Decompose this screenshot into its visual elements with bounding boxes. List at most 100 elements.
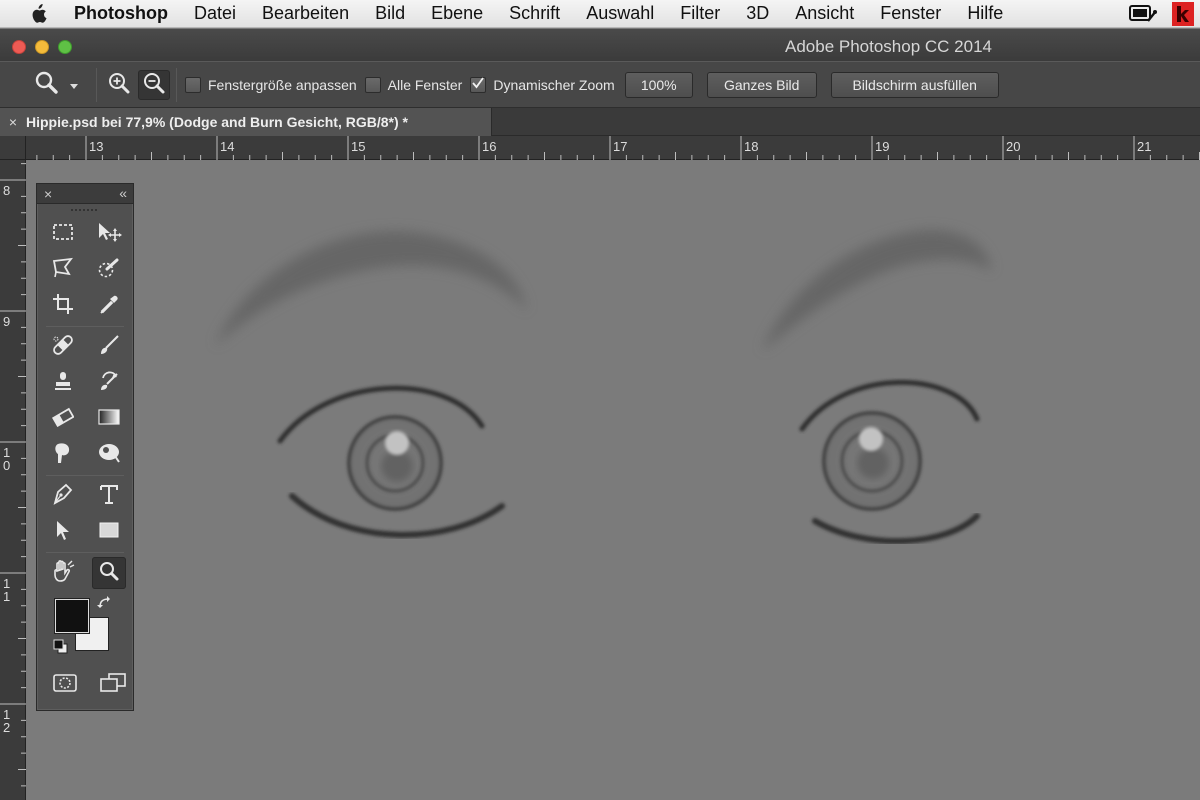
ruler-label: 1 0 <box>3 445 11 473</box>
path-selection-tool[interactable] <box>46 516 80 548</box>
zoom-100-button[interactable]: 100% <box>624 71 693 98</box>
screen-mode-icon <box>100 672 126 698</box>
window-title-bar: Adobe Photoshop CC 2014 <box>0 29 1200 61</box>
spot-healing-brush-tool[interactable] <box>46 331 80 363</box>
menu-ebene[interactable]: Ebene <box>431 3 483 24</box>
scrubby-zoom-checkbox[interactable] <box>470 76 487 93</box>
history-brush-icon <box>98 370 120 397</box>
crop-tool[interactable] <box>46 290 80 322</box>
quick-mask-button[interactable] <box>48 669 82 701</box>
hand-icon <box>51 559 75 588</box>
menu-hilfe[interactable]: Hilfe <box>967 3 1003 24</box>
ruler-label: 19 <box>875 139 890 154</box>
tools-panel-header[interactable]: × « <box>37 184 133 204</box>
menu-bearbeiten[interactable]: Bearbeiten <box>262 3 349 24</box>
menu-app-photoshop[interactable]: Photoshop <box>74 3 168 24</box>
window-close-button[interactable] <box>12 40 26 54</box>
fill-screen-button[interactable]: Bildschirm ausfüllen <box>830 71 999 98</box>
resize-windows-label: Fenstergröße anpassen <box>208 76 357 93</box>
ruler-label: 14 <box>220 139 235 154</box>
zoom-tool[interactable] <box>92 557 126 589</box>
panel-close-icon[interactable]: × <box>44 186 52 202</box>
tool-preset-picker[interactable] <box>22 70 90 100</box>
eyedropper-tool[interactable] <box>92 290 126 322</box>
menu-datei[interactable]: Datei <box>194 3 236 24</box>
dodge-tool[interactable] <box>92 439 126 471</box>
document-tab-label: Hippie.psd bei 77,9% (Dodge and Burn Ges… <box>26 114 408 130</box>
finger-smudge-icon <box>52 441 74 470</box>
default-colors-icon[interactable] <box>53 639 69 660</box>
color-swatches <box>37 595 133 659</box>
ruler-origin[interactable] <box>0 136 26 160</box>
document-canvas[interactable] <box>27 161 1200 800</box>
pen-tool[interactable] <box>46 480 80 512</box>
window-title: Adobe Photoshop CC 2014 <box>785 37 992 56</box>
zoom-in-icon <box>107 71 131 98</box>
crop-icon <box>52 293 74 320</box>
quick-selection-tool[interactable] <box>92 254 126 286</box>
foreground-color-swatch[interactable] <box>55 599 89 633</box>
all-windows-checkbox[interactable] <box>364 76 381 93</box>
quick-selection-icon <box>97 257 121 284</box>
history-brush-tool[interactable] <box>92 367 126 399</box>
swap-colors-icon[interactable] <box>97 595 113 616</box>
blur-tool[interactable] <box>46 439 80 471</box>
pen-icon <box>52 482 74 511</box>
move-tool[interactable] <box>92 218 126 250</box>
zoom-in-button[interactable] <box>103 70 135 100</box>
menu-auswahl[interactable]: Auswahl <box>586 3 654 24</box>
rectangular-marquee-tool[interactable] <box>46 218 80 250</box>
zoom-out-button[interactable] <box>138 69 170 100</box>
clone-stamp-tool[interactable] <box>46 367 80 399</box>
panel-grip-icon[interactable] <box>37 204 133 216</box>
adobe-creative-cloud-icon[interactable] <box>1172 2 1194 31</box>
hand-tool[interactable] <box>46 557 80 589</box>
menu-filter[interactable]: Filter <box>680 3 720 24</box>
mode-buttons <box>37 669 133 701</box>
magnifier-icon <box>34 70 60 99</box>
eraser-icon <box>51 407 75 432</box>
type-tool[interactable] <box>92 480 126 512</box>
vertical-ruler[interactable]: 8 9 1 0 1 1 1 2 <box>0 160 26 800</box>
horizontal-ruler[interactable]: 13 14 15 16 17 18 19 20 21 <box>26 136 1200 160</box>
polygonal-lasso-icon <box>51 257 75 284</box>
menu-ansicht[interactable]: Ansicht <box>795 3 854 24</box>
window-minimize-button[interactable] <box>35 40 49 54</box>
ruler-label: 9 <box>3 314 11 329</box>
eraser-tool[interactable] <box>46 403 80 435</box>
rectangle-icon <box>98 521 120 544</box>
type-icon <box>98 483 120 510</box>
resize-windows-checkbox[interactable] <box>185 76 201 93</box>
document-tab[interactable]: × Hippie.psd bei 77,9% (Dodge and Burn G… <box>0 108 492 136</box>
fit-screen-button[interactable]: Ganzes Bild <box>706 71 817 98</box>
menu-fenster[interactable]: Fenster <box>880 3 941 24</box>
rectangle-tool[interactable] <box>92 516 126 548</box>
window-zoom-button[interactable] <box>58 40 72 54</box>
lasso-tool[interactable] <box>46 254 80 286</box>
panel-collapse-icon[interactable]: « <box>119 185 127 201</box>
ruler-label: 17 <box>613 139 628 154</box>
ruler-label: 18 <box>744 139 759 154</box>
gradient-icon <box>98 408 120 431</box>
ruler-label: 1 1 <box>3 576 11 604</box>
right-eyebrow <box>762 230 992 351</box>
left-eye <box>277 385 505 538</box>
apple-icon[interactable] <box>18 0 58 28</box>
screen-mode-button[interactable] <box>96 669 130 701</box>
ruler-label: 15 <box>351 139 366 154</box>
zoom-tool-icon <box>98 560 120 587</box>
brush-tool[interactable] <box>92 331 126 363</box>
tools-panel: × « <box>36 183 134 711</box>
gradient-tool[interactable] <box>92 403 126 435</box>
zoom-out-icon <box>142 71 166 98</box>
arrow-pointer-icon <box>53 519 73 546</box>
ruler-label: 13 <box>89 139 104 154</box>
move-icon <box>96 221 122 248</box>
chevron-down-icon <box>70 77 78 93</box>
menu-bild[interactable]: Bild <box>375 3 405 24</box>
menu-3d[interactable]: 3D <box>746 3 769 24</box>
menu-schrift[interactable]: Schrift <box>509 3 560 24</box>
pen-tablet-icon[interactable] <box>1128 3 1158 30</box>
close-tab-icon[interactable]: × <box>0 114 26 130</box>
tool-divider <box>46 326 124 327</box>
